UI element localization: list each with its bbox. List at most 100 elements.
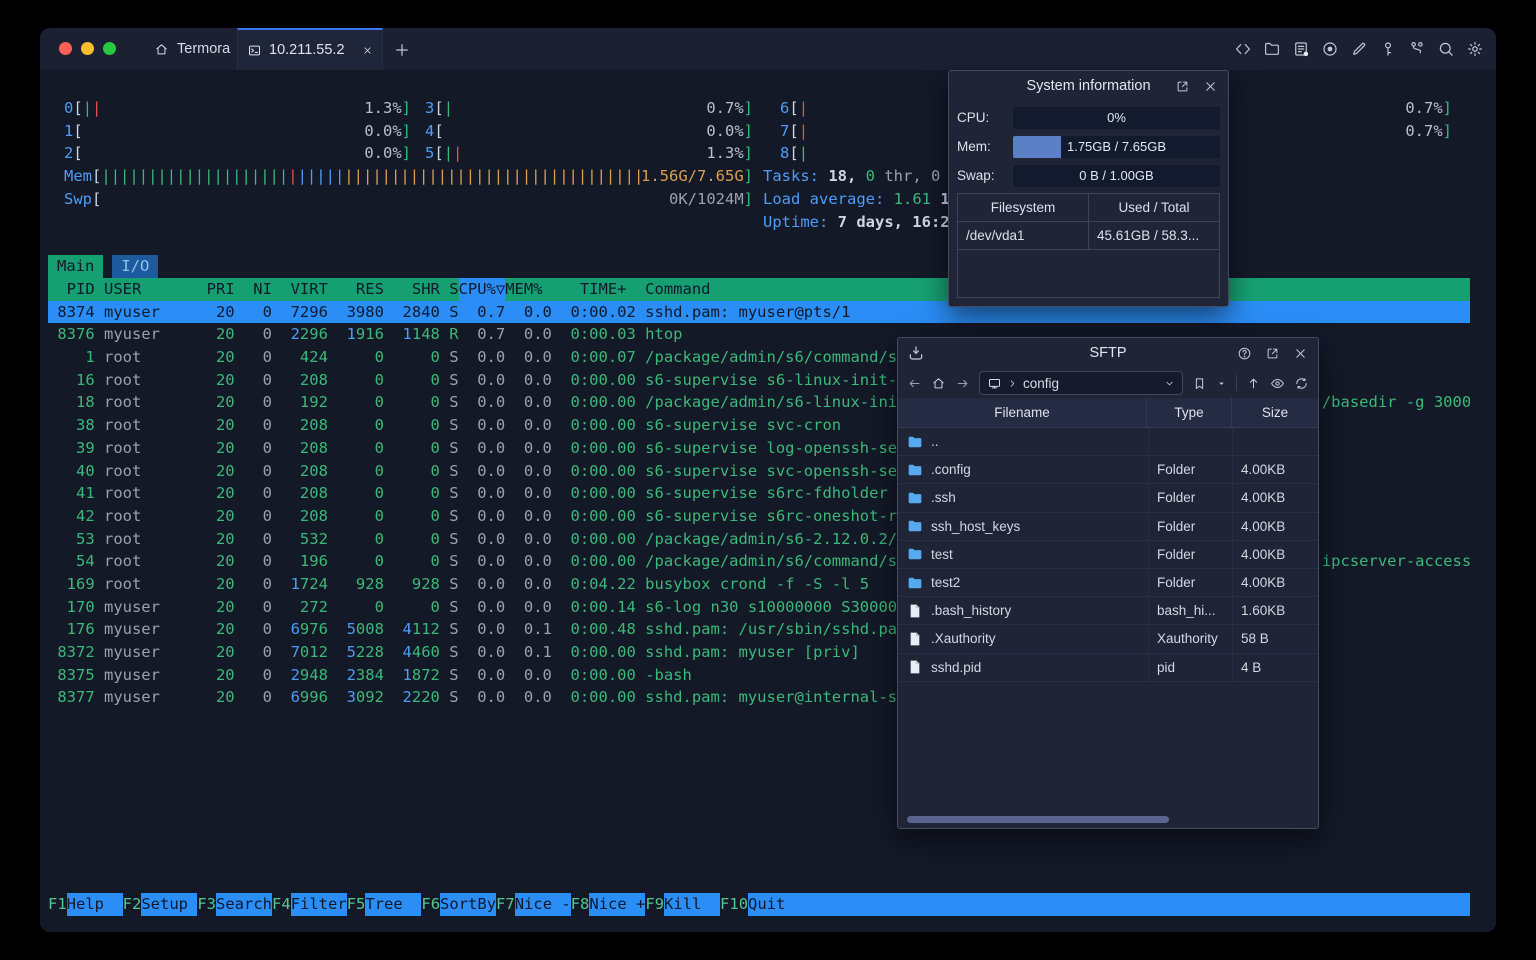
fkey-label-f2[interactable]: Setup (141, 893, 198, 916)
col-filename[interactable]: Filename (898, 398, 1146, 427)
open-in-new-icon[interactable] (1175, 79, 1190, 94)
fkey-label-f1[interactable]: Help (66, 893, 123, 916)
fs-col-used-total: Used / Total (1088, 194, 1219, 221)
cpu-meter-0: 0[| | 1.3%] (64, 99, 411, 117)
file-row[interactable]: test2 Folder 4.00KB (898, 568, 1318, 598)
file-size (1232, 428, 1318, 456)
notes-icon[interactable] (1292, 40, 1310, 58)
htop-tab-main[interactable]: Main (48, 255, 104, 278)
folder-icon[interactable] (1263, 40, 1281, 58)
file-size: 4.00KB (1232, 540, 1318, 568)
fkey-f4[interactable]: F4 (272, 893, 291, 916)
load-average-line: Load average: 1.61 1 (763, 189, 950, 208)
col-size[interactable]: Size (1231, 398, 1318, 427)
sysinfo-row: Swap: 0 B / 1.00GB (957, 161, 1220, 190)
caret-down-icon[interactable] (1216, 378, 1227, 389)
fkey-label-f10[interactable]: Quit (748, 893, 805, 916)
search-icon[interactable] (1437, 40, 1455, 58)
file-row[interactable]: test Folder 4.00KB (898, 540, 1318, 569)
col-header-pid: PID (66, 280, 95, 298)
file-size: 4.00KB (1232, 456, 1318, 484)
help-icon[interactable] (1237, 346, 1252, 361)
close-icon[interactable] (1293, 346, 1308, 361)
file-row[interactable]: .. (898, 428, 1318, 457)
up-directory-icon[interactable] (1246, 376, 1261, 391)
col-header-pri: PRI (206, 280, 235, 298)
tab-session[interactable]: 10.211.55.2 (237, 28, 383, 70)
sysinfo-label: Swap: (957, 168, 995, 183)
download-icon[interactable] (907, 344, 925, 362)
chevron-down-icon[interactable] (1164, 378, 1175, 389)
process-row[interactable]: 8374 myuser 20 0 7296 3980 2840 S 0.7 0.0 0:00.02 s… (48, 300, 1470, 324)
branch-icon[interactable] (1408, 40, 1426, 58)
fkey-label-f6[interactable]: SortBy (440, 893, 497, 916)
open-in-new-icon[interactable] (1265, 346, 1280, 361)
zoom-window-button[interactable] (103, 42, 116, 55)
home-icon (154, 42, 169, 57)
fkey-f8[interactable]: F8 (571, 893, 590, 916)
toolbar-divider (1236, 375, 1237, 391)
file-row[interactable]: .config Folder 4.00KB (898, 456, 1318, 485)
file-row[interactable]: .ssh Folder 4.00KB (898, 484, 1318, 513)
fkey-label-f4[interactable]: Filter (290, 893, 347, 916)
back-icon[interactable] (907, 376, 922, 391)
home-icon[interactable] (931, 376, 946, 391)
close-tab-icon[interactable] (362, 45, 373, 56)
settings-icon[interactable] (1466, 40, 1484, 58)
fkey-label-f3[interactable]: Search (216, 893, 273, 916)
fkey-label-f5[interactable]: Tree (365, 893, 422, 916)
fkey-bar-fill (804, 893, 1470, 916)
fkey-label-f8[interactable]: Nice + (589, 893, 646, 916)
file-row[interactable]: ssh_host_keys Folder 4.00KB (898, 512, 1318, 541)
fkey-label-f9[interactable]: Kill (664, 893, 721, 916)
record-icon[interactable] (1321, 40, 1339, 58)
gauge-value: 0% (1107, 110, 1126, 125)
file-icon (907, 603, 923, 619)
code-icon[interactable] (1234, 40, 1252, 58)
file-type: pid (1148, 653, 1232, 681)
file-name: .bash_history (898, 597, 1148, 624)
file-row[interactable]: .bash_history bash_hi... 1.60KB (898, 597, 1318, 626)
fkey-f3[interactable]: F3 (197, 893, 216, 916)
show-hidden-icon[interactable] (1270, 376, 1285, 391)
filesystem-table-header: Filesystem Used / Total (958, 194, 1219, 222)
fkey-f10[interactable]: F10 (720, 893, 748, 916)
sftp-panel: SFTP config Filename Type Size .. .confi… (897, 337, 1319, 829)
scrollbar-thumb[interactable] (907, 816, 1169, 823)
bookmark-icon[interactable] (1192, 376, 1207, 391)
fkey-f9[interactable]: F9 (645, 893, 664, 916)
horizontal-scrollbar[interactable] (902, 815, 1314, 825)
tab-home[interactable]: Termora (140, 28, 244, 70)
home-tab-label: Termora (177, 41, 231, 57)
fkey-f5[interactable]: F5 (347, 893, 366, 916)
forward-icon[interactable] (955, 376, 970, 391)
file-row[interactable]: sshd.pid pid 4 B (898, 653, 1318, 682)
fkey-label-f7[interactable]: Nice - (514, 893, 571, 916)
new-tab-button[interactable] (393, 41, 411, 59)
fkey-f6[interactable]: F6 (421, 893, 440, 916)
close-icon[interactable] (1203, 79, 1218, 94)
cpu-meter-1: 1[0.0%] (64, 121, 411, 140)
file-name: .ssh (898, 484, 1148, 511)
filesystem-row[interactable]: /dev/vda1 45.61GB / 58.3... (958, 222, 1219, 250)
process-table-header[interactable]: PID USER PRI NI VIRT RES SHR S CPU%▽ MEM% TIME+ Com… (48, 278, 1470, 301)
pencil-icon[interactable] (1350, 40, 1368, 58)
fkey-f2[interactable]: F2 (123, 893, 142, 916)
file-list: .. .config Folder 4.00KB .ssh Folder 4.00KB ssh… (898, 428, 1318, 682)
fkey-f1[interactable]: F1 (48, 893, 67, 916)
minimize-window-button[interactable] (81, 42, 94, 55)
htop-tab-i-o[interactable]: I/O (112, 255, 159, 278)
file-name: .config (898, 456, 1148, 483)
key-icon[interactable] (1379, 40, 1397, 58)
command-overflow: /basedir -g 3000 (1321, 393, 1470, 412)
refresh-icon[interactable] (1294, 376, 1309, 391)
sysinfo-title: System information (1026, 78, 1151, 94)
file-row[interactable]: .Xauthority Xauthority 58 B (898, 625, 1318, 654)
path-bar[interactable]: config (979, 371, 1183, 395)
col-type[interactable]: Type (1146, 398, 1231, 427)
fkey-f7[interactable]: F7 (496, 893, 515, 916)
tasks-line: Tasks: 18, 0 thr, 0 (763, 167, 941, 186)
sftp-toolbar: config (898, 368, 1318, 398)
file-type: Xauthority (1148, 625, 1232, 653)
close-window-button[interactable] (59, 42, 72, 55)
